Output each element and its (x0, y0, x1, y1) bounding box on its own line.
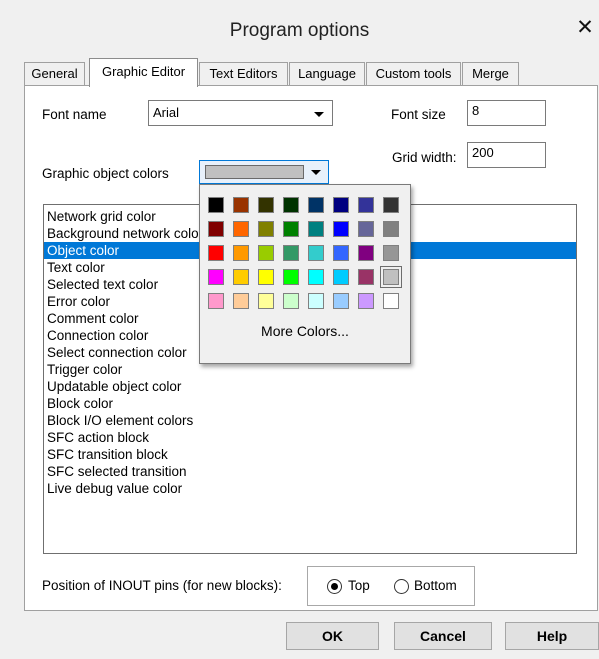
title-bar: Program options ✕ (0, 0, 599, 58)
list-item[interactable]: SFC transition block (44, 446, 576, 463)
bottom-radio-label[interactable]: Bottom (414, 578, 457, 593)
tab-language[interactable]: Language (289, 62, 365, 86)
ok-button[interactable]: OK (286, 622, 379, 650)
color-swatch[interactable] (333, 269, 349, 285)
color-swatch[interactable] (233, 245, 249, 261)
font-name-select[interactable]: Arial (148, 100, 333, 126)
color-swatch[interactable] (208, 269, 224, 285)
cancel-button[interactable]: Cancel (394, 622, 492, 650)
color-swatch[interactable] (283, 245, 299, 261)
more-colors-button[interactable]: More Colors... (200, 323, 410, 339)
color-palette-dropdown[interactable]: More Colors... (199, 184, 411, 364)
tab-graphic-editor[interactable]: Graphic Editor (89, 58, 198, 87)
color-swatch[interactable] (258, 245, 274, 261)
color-swatch[interactable] (308, 293, 324, 309)
close-icon[interactable]: ✕ (575, 16, 595, 40)
top-radio[interactable] (327, 579, 342, 594)
color-swatch[interactable] (283, 221, 299, 237)
inout-position-group: Top Bottom (307, 566, 475, 606)
color-swatch[interactable] (358, 197, 374, 213)
list-item[interactable]: SFC selected transition (44, 463, 576, 480)
list-item[interactable]: Updatable object color (44, 378, 576, 395)
color-swatch[interactable] (358, 293, 374, 309)
grid-width-label: Grid width: (392, 150, 457, 165)
color-swatch[interactable] (333, 293, 349, 309)
color-swatch[interactable] (258, 221, 274, 237)
color-swatch[interactable] (383, 245, 399, 261)
list-item[interactable]: Block color (44, 395, 576, 412)
font-name-value: Arial (153, 105, 180, 120)
color-swatch[interactable] (258, 197, 274, 213)
color-swatch[interactable] (233, 293, 249, 309)
color-swatch[interactable] (383, 221, 399, 237)
color-swatch[interactable] (333, 197, 349, 213)
color-swatch[interactable] (308, 245, 324, 261)
chevron-down-icon (311, 170, 321, 175)
list-item[interactable]: Live debug value color (44, 480, 576, 497)
list-item[interactable]: SFC action block (44, 429, 576, 446)
color-swatch[interactable] (383, 197, 399, 213)
color-swatch[interactable] (358, 245, 374, 261)
color-swatch[interactable] (208, 293, 224, 309)
color-swatch[interactable] (333, 245, 349, 261)
bottom-radio[interactable] (394, 579, 409, 594)
color-swatch[interactable] (283, 293, 299, 309)
color-swatch[interactable] (308, 221, 324, 237)
inout-position-label: Position of INOUT pins (for new blocks): (42, 578, 282, 593)
color-swatch[interactable] (358, 221, 374, 237)
color-swatch[interactable] (308, 269, 324, 285)
list-item[interactable]: Block I/O element colors (44, 412, 576, 429)
color-swatch[interactable] (233, 269, 249, 285)
tab-merge[interactable]: Merge (462, 62, 519, 86)
color-swatch[interactable] (258, 269, 274, 285)
tab-general[interactable]: General (24, 62, 85, 86)
color-swatch[interactable] (380, 266, 402, 288)
object-colors-label: Graphic object colors (42, 166, 169, 181)
tab-text-editors[interactable]: Text Editors (199, 62, 288, 86)
color-swatch[interactable] (358, 269, 374, 285)
color-swatch[interactable] (333, 221, 349, 237)
chevron-down-icon (314, 112, 324, 117)
font-size-label: Font size (391, 107, 446, 122)
color-swatch[interactable] (233, 221, 249, 237)
top-radio-label[interactable]: Top (348, 578, 370, 593)
font-name-label: Font name (42, 107, 107, 122)
object-color-picker[interactable] (199, 160, 329, 184)
color-swatch[interactable] (208, 221, 224, 237)
color-swatch[interactable] (208, 197, 224, 213)
color-swatch[interactable] (208, 245, 224, 261)
color-swatch[interactable] (258, 293, 274, 309)
window-title: Program options (229, 20, 370, 41)
tab-custom-tools[interactable]: Custom tools (366, 62, 461, 86)
help-button[interactable]: Help (505, 622, 599, 650)
color-swatch[interactable] (233, 197, 249, 213)
selected-color-swatch (205, 165, 304, 179)
color-swatch[interactable] (308, 197, 324, 213)
grid-width-field[interactable]: 200 (467, 142, 546, 168)
color-swatch[interactable] (283, 269, 299, 285)
color-swatch[interactable] (383, 293, 399, 309)
font-size-field[interactable]: 8 (467, 100, 546, 126)
color-swatch[interactable] (283, 197, 299, 213)
